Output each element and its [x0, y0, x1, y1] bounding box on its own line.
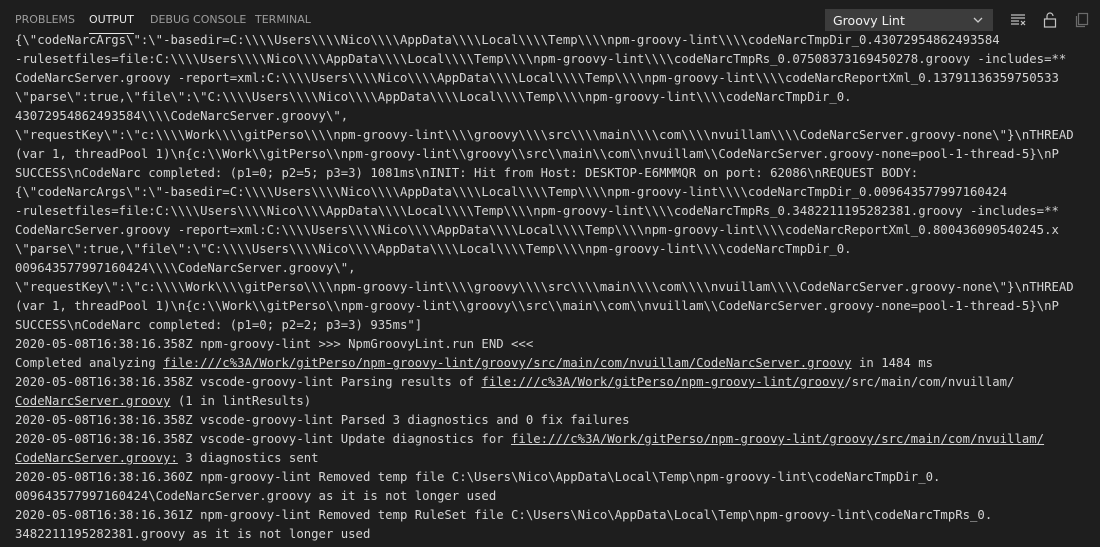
output-line: (var 1, threadPool 1)\n{c:\\Work\\gitPer… [15, 297, 1100, 316]
output-text: \"parse\":true,\"file\":\"C:\\\\Users\\\… [15, 90, 852, 104]
output-text: \"parse\":true,\"file\":\"C:\\\\Users\\\… [15, 242, 852, 256]
output-line: CodeNarcServer.groovy -report=xml:C:\\\\… [15, 221, 1100, 240]
tab-label: TERMINAL [255, 13, 311, 26]
output-text: {\"codeNarcArgs\":\"-basedir=C:\\\\Users… [15, 33, 1000, 47]
file-link[interactable]: file:///c%3A/Work/gitPerso/npm-groovy-li… [511, 432, 1044, 446]
output-line: CodeNarcServer.groovy -report=xml:C:\\\\… [15, 69, 1100, 88]
output-line: SUCCESS\nCodeNarc completed: (p1=0; p2=2… [15, 316, 1100, 335]
output-text: Completed analyzing [15, 356, 164, 370]
output-line: \"requestKey\":\"c:\\\\Work\\\\gitPerso\… [15, 126, 1100, 145]
open-log-icon[interactable] [1072, 10, 1092, 30]
output-text: SUCCESS\nCodeNarc completed: (p1=0; p2=2… [15, 318, 423, 332]
output-text: 2020-05-08T16:38:16.358Z npm-groovy-lint… [15, 337, 534, 351]
output-text: 43072954862493584\\\\CodeNarcServer.groo… [15, 109, 349, 123]
output-line: CodeNarcServer.groovy (1 in lintResults) [15, 392, 1100, 411]
output-text: SUCCESS\nCodeNarc completed: (p1=0; p2=5… [15, 166, 919, 180]
output-line: 009643577997160424\\\\CodeNarcServer.gro… [15, 259, 1100, 278]
output-line: 2020-05-08T16:38:16.360Z npm-groovy-lint… [15, 468, 1100, 487]
output-line: \"parse\":true,\"file\":\"C:\\\\Users\\\… [15, 88, 1100, 107]
output-text: {\"codeNarcArgs\":\"-basedir=C:\\\\Users… [15, 185, 1008, 199]
output-text: CodeNarcServer.groovy -report=xml:C:\\\\… [15, 223, 1059, 237]
output-line: (var 1, threadPool 1)\n{c:\\Work\\gitPer… [15, 145, 1100, 164]
output-line: 2020-05-08T16:38:16.361Z npm-groovy-lint… [15, 506, 1100, 525]
output-line: SUCCESS\nCodeNarc completed: (p1=0; p2=5… [15, 164, 1100, 183]
output-line: {\"codeNarcArgs\":\"-basedir=C:\\\\Users… [15, 183, 1100, 202]
output-text: CodeNarcServer.groovy -report=xml:C:\\\\… [15, 71, 1059, 85]
output-line: -rulesetfiles=file:C:\\\\Users\\\\Nico\\… [15, 50, 1100, 69]
output-text: 2020-05-08T16:38:16.358Z vscode-groovy-l… [15, 432, 512, 446]
output-text: \"requestKey\":\"c:\\\\Work\\\\gitPerso\… [15, 128, 1074, 142]
output-text: 2020-05-08T16:38:16.360Z npm-groovy-lint… [15, 470, 941, 484]
tab-label: PROBLEMS [15, 13, 76, 26]
output-text: (1 in lintResults) [170, 394, 312, 408]
output-text: /src/main/com/nvuillam/ [844, 375, 1015, 389]
output-text: (var 1, threadPool 1)\n{c:\\Work\\gitPer… [15, 147, 1059, 161]
output-line: \"requestKey\":\"c:\\\\Work\\\\gitPerso\… [15, 278, 1100, 297]
output-text: (var 1, threadPool 1)\n{c:\\Work\\gitPer… [15, 299, 1059, 313]
output-text: 3 diagnostics sent [177, 451, 319, 465]
output-text: 3482211195282381.groovy as it is not lon… [15, 527, 371, 541]
output-line: {\"codeNarcArgs\":\"-basedir=C:\\\\Users… [15, 31, 1100, 50]
lock-scroll-icon[interactable] [1040, 10, 1060, 30]
output-line: -rulesetfiles=file:C:\\\\Users\\\\Nico\\… [15, 202, 1100, 221]
output-line: 2020-05-08T16:38:16.358Z npm-groovy-lint… [15, 335, 1100, 354]
tab-label: OUTPUT [89, 13, 134, 26]
output-text: 2020-05-08T16:38:16.361Z npm-groovy-lint… [15, 508, 993, 522]
output-line: \"parse\":true,\"file\":\"C:\\\\Users\\\… [15, 240, 1100, 259]
output-line: 2020-05-08T16:38:16.358Z vscode-groovy-l… [15, 373, 1100, 392]
file-link[interactable]: file:///c%3A/Work/gitPerso/npm-groovy-li… [163, 356, 852, 370]
output-text: 009643577997160424\CodeNarcServer.groovy… [15, 489, 497, 503]
output-text: 009643577997160424\\\\CodeNarcServer.gro… [15, 261, 356, 275]
output-line: 2020-05-08T16:38:16.358Z vscode-groovy-l… [15, 411, 1100, 430]
output-line: 3482211195282381.groovy as it is not lon… [15, 525, 1100, 544]
output-line: 43072954862493584\\\\CodeNarcServer.groo… [15, 107, 1100, 126]
output-line: CodeNarcServer.groovy: 3 diagnostics sen… [15, 449, 1100, 468]
file-link[interactable]: CodeNarcServer.groovy [15, 394, 170, 408]
file-link[interactable]: CodeNarcServer.groovy: [15, 451, 178, 465]
output-channel-value: Groovy Lint [833, 13, 905, 28]
output-text: in 1484 ms [851, 356, 934, 370]
file-link[interactable]: file:///c%3A/Work/gitPerso/npm-groovy-li… [481, 375, 844, 389]
output-text: \"requestKey\":\"c:\\\\Work\\\\gitPerso\… [15, 280, 1074, 294]
output-text: 2020-05-08T16:38:16.358Z vscode-groovy-l… [15, 375, 482, 389]
output-line: 009643577997160424\CodeNarcServer.groovy… [15, 487, 1100, 506]
output-line: Completed analyzing file:///c%3A/Work/gi… [15, 354, 1100, 373]
output-text: -rulesetfiles=file:C:\\\\Users\\\\Nico\\… [15, 204, 1059, 218]
output-text: -rulesetfiles=file:C:\\\\Users\\\\Nico\\… [15, 52, 1067, 66]
output-line: 2020-05-08T16:38:16.358Z vscode-groovy-l… [15, 430, 1100, 449]
output-channel-select[interactable]: Groovy Lint [825, 9, 993, 31]
tab-label: DEBUG CONSOLE [150, 13, 247, 26]
output-text: 2020-05-08T16:38:16.358Z vscode-groovy-l… [15, 413, 630, 427]
clear-output-icon[interactable] [1008, 10, 1028, 30]
output-log[interactable]: {\"codeNarcArgs\":\"-basedir=C:\\\\Users… [15, 31, 1100, 547]
